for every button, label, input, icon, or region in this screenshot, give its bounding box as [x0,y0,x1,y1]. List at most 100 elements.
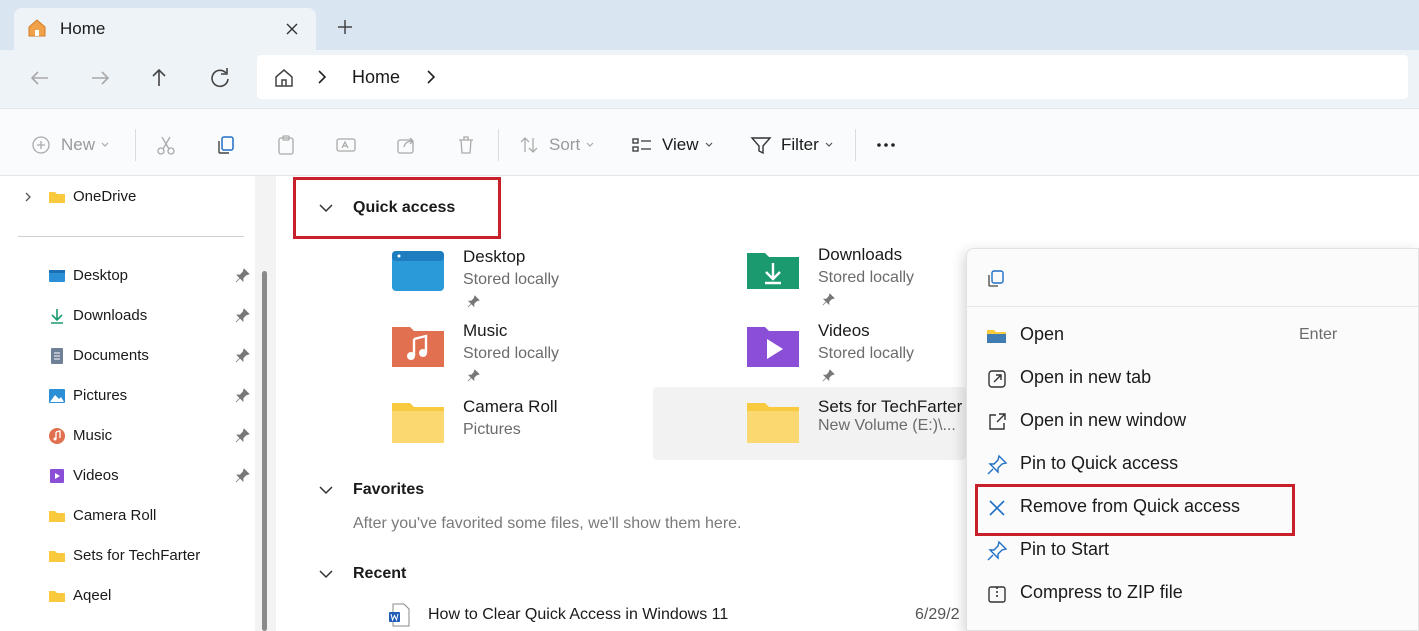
folder-icon [49,192,65,203]
sidebar-item-onedrive[interactable]: OneDrive [0,182,255,212]
new-button[interactable]: New [30,131,110,159]
quick-access-highlight [293,177,501,239]
rename-icon[interactable] [335,131,357,159]
menu-item-compress-to-zip[interactable]: Compress to ZIP file [967,572,1418,614]
sidebar-item-pictures[interactable]: Pictures [0,381,255,411]
menu-item-label: Open [1020,324,1065,344]
delete-trash-icon[interactable] [455,131,477,159]
sidebar-item-aqeel[interactable]: Aqeel [0,581,255,611]
sidebar-item-documents[interactable]: Documents [0,341,255,371]
chevron-right-icon[interactable] [22,191,34,203]
navigation-bar: Home [0,50,1419,108]
menu-item-open[interactable]: Open Enter [967,314,1418,356]
sidebar-item-label: Aqeel [73,587,112,604]
filter-funnel-icon [750,137,772,155]
filter-label: Filter [781,135,819,154]
tile-name: Downloads [818,245,903,264]
quick-access-tile-music[interactable]: Music Stored locally [390,321,710,393]
cut-scissors-icon[interactable] [155,131,177,159]
sidebar-item-label: Desktop [73,267,129,284]
sidebar-item-label: Downloads [73,307,148,324]
sidebar-item-camera-roll[interactable]: Camera Roll [0,501,255,531]
chevron-down-icon [101,142,109,147]
tab-strip: Home [0,0,1419,50]
word-document-icon [389,603,410,627]
recent-file-row[interactable]: How to Clear Quick Access in Windows 11 … [388,601,978,629]
menu-item-label: Pin to Start [1020,539,1110,559]
sidebar-item-label: Documents [73,347,149,364]
close-tab-icon[interactable] [280,17,304,41]
tile-location: New Volume (E:)\... [818,417,956,434]
forward-arrow-icon[interactable] [86,64,114,92]
up-arrow-icon[interactable] [145,64,173,92]
tile-name: Sets for TechFarter [818,397,963,416]
address-bar[interactable]: Home [257,55,1408,99]
chevron-down-icon [705,142,712,147]
menu-item-partially-visible[interactable] [967,617,1418,631]
recent-file-name: How to Clear Quick Access in Windows 11 [428,606,729,623]
folder-icon [747,403,799,443]
copy-icon[interactable] [986,269,1006,289]
sidebar-item-desktop[interactable]: Desktop [0,261,255,291]
new-label: New [61,135,96,154]
chevron-down-icon[interactable] [318,482,334,498]
menu-item-pin-to-quick-access[interactable]: Pin to Quick access [967,443,1418,485]
refresh-icon[interactable] [206,64,234,92]
sidebar-item-videos[interactable]: Videos [0,461,255,491]
navigation-pane: OneDrive Desktop Downloads Documents Pic… [0,176,276,631]
sort-button[interactable]: Sort [518,131,595,159]
folder-icon [392,403,444,443]
sidebar-item-label: Camera Roll [73,507,157,524]
desktop-icon [49,270,65,282]
favorites-header[interactable]: Favorites [318,481,424,499]
sidebar-item-music[interactable]: Music [0,421,255,451]
paste-clipboard-icon[interactable] [275,131,297,159]
tile-name: Desktop [463,247,526,266]
toolbar-divider [855,129,856,161]
recent-file-date: 6/29/2 [915,606,960,623]
sort-arrows-icon [520,137,538,153]
chevron-right-icon[interactable] [423,69,439,85]
desktop-folder-icon [392,251,444,291]
folder-open-icon [987,330,1006,343]
quick-access-tile-sets-for-techfarter[interactable]: Sets for TechFarter New Volume (E:)\... [653,387,966,460]
share-icon[interactable] [395,131,417,159]
new-tab-plus-icon[interactable] [333,15,357,39]
context-menu-quick-actions [967,249,1418,307]
view-button[interactable]: View [631,131,714,159]
chevron-down-icon [825,142,833,147]
context-menu: Open Enter Open in new tab Open in new w… [966,248,1419,631]
pin-icon [467,369,480,382]
menu-item-label: Open in new window [1020,410,1187,430]
pin-icon [987,454,1008,475]
sidebar-item-sets-for-techfarter[interactable]: Sets for TechFarter [0,541,255,571]
tab-home[interactable]: Home [14,8,316,50]
filter-button[interactable]: Filter [750,131,834,159]
new-tab-icon [988,370,1006,388]
chevron-down-icon[interactable] [318,566,334,582]
folder-icon [49,511,65,522]
command-bar: New Sort View Filter [0,108,1419,176]
view-label: View [662,135,699,154]
quick-access-tile-desktop[interactable]: Desktop Stored locally [390,247,710,319]
breadcrumb-home[interactable]: Home [352,67,400,88]
chevron-right-icon[interactable] [314,69,330,85]
sidebar-item-downloads[interactable]: Downloads [0,301,255,331]
pin-icon [235,348,250,363]
recent-title: Recent [353,565,407,582]
downloads-folder-icon [747,253,799,289]
copy-icon[interactable] [215,131,237,159]
plus-circle-icon [32,136,50,154]
favorites-empty-note: After you've favorited some files, we'll… [353,515,742,532]
music-folder-icon [392,327,444,367]
home-icon[interactable] [272,66,296,90]
menu-item-label: Compress to ZIP file [1020,582,1183,602]
back-arrow-icon[interactable] [26,64,54,92]
toolbar-divider [135,129,136,161]
menu-item-open-in-new-window[interactable]: Open in new window [967,400,1418,442]
sidebar-scrollbar-thumb[interactable] [262,271,267,631]
more-options-ellipsis-icon[interactable] [875,131,897,159]
recent-header[interactable]: Recent [318,565,406,583]
menu-item-open-in-new-tab[interactable]: Open in new tab [967,357,1418,399]
download-arrow-icon [51,309,63,324]
